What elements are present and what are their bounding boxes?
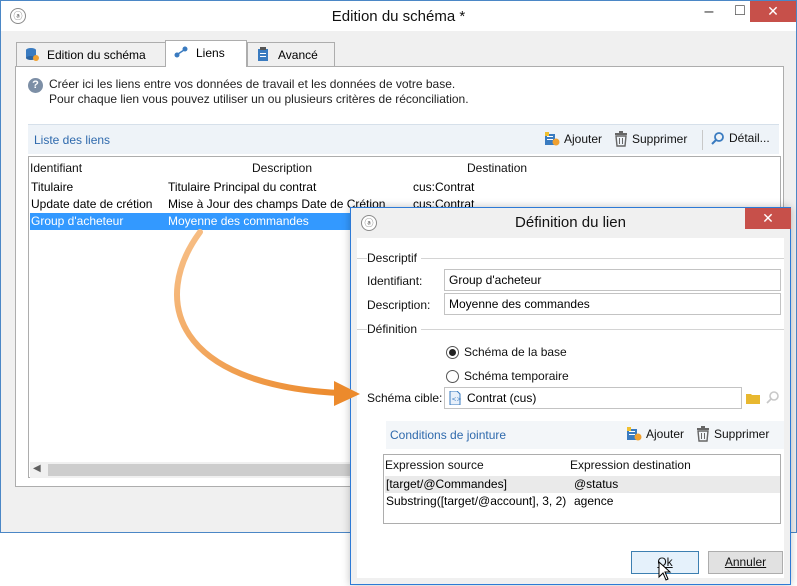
table-row[interactable]: Substring([target/@account], 3, 2) agenc… <box>385 493 780 510</box>
links-toolbar: Liste des liens Ajouter Supprimer Détail… <box>28 124 779 154</box>
join-delete-label: Supprimer <box>714 427 770 441</box>
detail-label: Détail... <box>729 131 770 145</box>
join-delete-button[interactable]: Supprimer <box>696 426 769 442</box>
cell-source: Substring([target/@account], 3, 2) <box>386 494 567 508</box>
link-icon <box>174 46 188 58</box>
info-line-1: Créer ici les liens entre vos données de… <box>49 77 456 91</box>
cancel-label: Annuler <box>724 555 767 569</box>
join-add-label: Ajouter <box>646 427 685 441</box>
tab-label: Liens <box>196 46 225 60</box>
add-link-button[interactable]: Ajouter <box>544 131 602 147</box>
clipboard-icon <box>258 47 268 61</box>
column-header-destination[interactable]: Destination <box>467 161 527 175</box>
add-icon <box>545 132 560 146</box>
cell-description: Moyenne des commandes <box>168 214 309 228</box>
description-label: Description: <box>367 298 431 312</box>
cell-destination: agence <box>574 494 614 508</box>
list-row[interactable]: Titulaire Titulaire Principal du contrat… <box>30 179 781 196</box>
dialog-close-icon[interactable]: ✕ <box>745 208 791 229</box>
links-section-title: Liste des liens <box>34 133 111 147</box>
trash-icon <box>697 426 709 442</box>
schema-cible-input[interactable]: <> Contrat (cus) <box>444 387 742 409</box>
link-definition-dialog: ⓐ Définition du lien ✕ Descriptif Identi… <box>350 207 791 585</box>
schema-file-icon: <> <box>449 391 461 405</box>
schema-cible-label: Schéma cible: <box>367 391 443 405</box>
cell-identifiant: Titulaire <box>31 180 74 194</box>
column-header-description[interactable]: Description <box>252 161 312 175</box>
svg-text:<>: <> <box>452 396 462 403</box>
search-icon <box>711 132 724 145</box>
detail-button[interactable]: Détail... <box>711 131 770 145</box>
radio-label: Schéma de la base <box>464 345 567 359</box>
description-input[interactable]: Moyenne des commandes <box>444 293 781 315</box>
scroll-left-icon[interactable]: ◀ <box>33 463 41 474</box>
join-conditions-grid[interactable]: Expression source Expression destination… <box>383 454 781 524</box>
tab-avance[interactable]: Avancé <box>247 42 335 66</box>
cancel-button[interactable]: Annuler <box>708 551 783 574</box>
cell-destination: cus:Contrat <box>413 180 475 194</box>
schema-cible-value: Contrat (cus) <box>467 391 537 405</box>
window-title: Edition du schéma * <box>331 8 466 25</box>
horizontal-scrollbar[interactable]: ◀ <box>30 462 360 478</box>
radio-button[interactable] <box>446 346 459 359</box>
database-icon <box>26 48 39 61</box>
tab-liens[interactable]: Liens <box>165 40 247 67</box>
identifiant-input[interactable]: Group d'acheteur <box>444 269 781 291</box>
column-header-identifiant[interactable]: Identifiant <box>30 161 82 175</box>
search-icon[interactable] <box>766 390 780 404</box>
column-header-expression-source[interactable]: Expression source <box>385 458 484 472</box>
dialog-body: Descriptif Identifiant: Group d'acheteur… <box>357 238 784 578</box>
table-row[interactable]: [target/@Commandes] @status <box>385 476 780 493</box>
info-line-2: Pour chaque lien vous pouvez utiliser un… <box>49 92 469 106</box>
radio-label: Schéma temporaire <box>464 369 569 383</box>
group-divider <box>357 329 784 330</box>
cell-identifiant: Group d'acheteur <box>31 214 124 228</box>
cell-identifiant: Update date de crétion <box>31 197 153 211</box>
scrollbar-thumb[interactable] <box>48 464 360 476</box>
tab-label: Avancé <box>278 48 318 62</box>
delete-label: Supprimer <box>632 132 688 146</box>
toolbar-separator <box>702 130 703 150</box>
join-section-title: Conditions de jointure <box>390 428 507 442</box>
group-definition-label: Définition <box>367 322 422 336</box>
tab-label: Edition du schéma <box>47 48 146 62</box>
help-icon: ? <box>28 78 43 93</box>
title-bar: ⓐ Edition du schéma * – □ ✕ <box>1 1 796 31</box>
radio-button[interactable] <box>446 370 459 383</box>
dialog-title: Définition du lien <box>515 214 626 231</box>
folder-icon[interactable] <box>746 392 760 404</box>
close-icon[interactable]: ✕ <box>750 1 796 22</box>
delete-link-button[interactable]: Supprimer <box>614 131 687 147</box>
join-toolbar: Conditions de jointure Ajouter Supprimer <box>386 421 784 449</box>
group-divider <box>357 258 784 259</box>
join-add-button[interactable]: Ajouter <box>626 426 684 442</box>
add-icon <box>627 427 642 441</box>
trash-icon <box>615 131 627 147</box>
mouse-cursor-icon <box>658 561 672 581</box>
cell-source: [target/@Commandes] <box>386 477 507 491</box>
column-header-expression-destination[interactable]: Expression destination <box>570 458 691 472</box>
add-label: Ajouter <box>564 132 603 146</box>
minimize-icon[interactable]: – <box>694 2 724 22</box>
identifiant-label: Identifiant: <box>367 274 423 288</box>
cell-destination: @status <box>574 477 619 491</box>
cell-description: Titulaire Principal du contrat <box>168 180 317 194</box>
tab-edition-schema[interactable]: Edition du schéma <box>16 42 166 66</box>
group-descriptif-label: Descriptif <box>367 251 422 265</box>
